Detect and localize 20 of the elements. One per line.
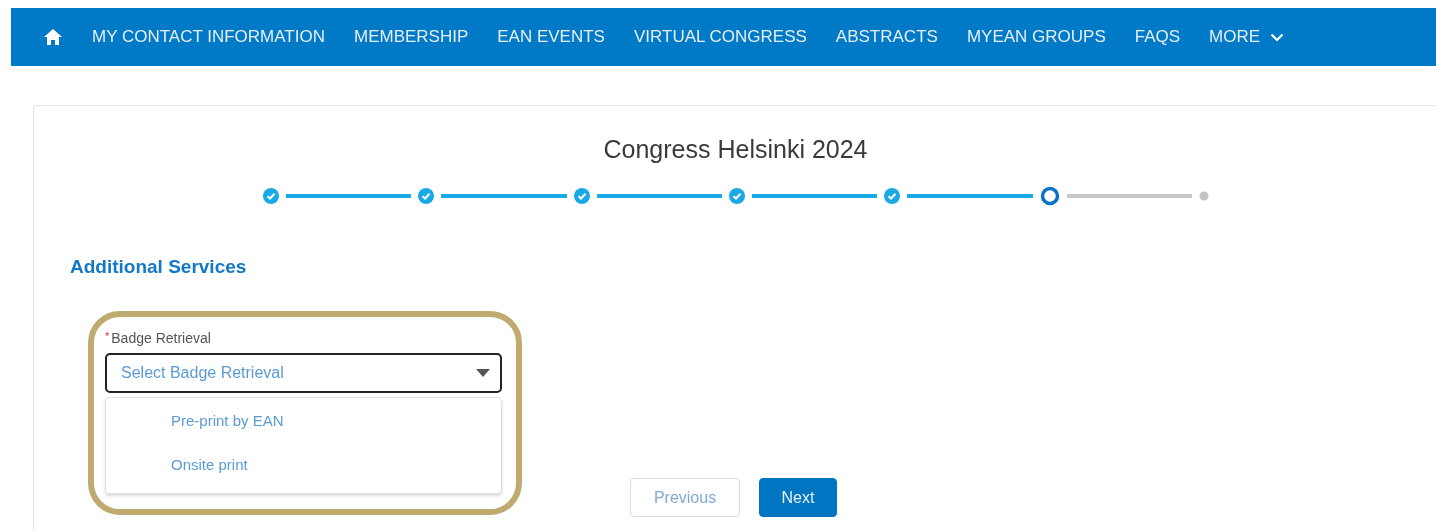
nav-link[interactable]: MYEAN GROUPS <box>966 27 1106 47</box>
nav-link[interactable]: VIRTUAL CONGRESS <box>633 27 807 47</box>
nav-link[interactable]: MEMBERSHIP <box>353 27 469 47</box>
field-label: *Badge Retrieval <box>105 330 211 346</box>
nav-link[interactable]: ABSTRACTS <box>835 27 938 47</box>
nav-link[interactable]: EAN EVENTS <box>497 27 605 47</box>
next-button[interactable]: Next <box>759 478 837 517</box>
dropdown-option[interactable]: Onsite print <box>106 456 248 474</box>
required-mark: * <box>105 330 110 342</box>
more-menu[interactable]: MORE <box>1209 27 1285 47</box>
nav-link[interactable]: MY CONTACT INFORMATION <box>92 27 325 47</box>
dropdown-option[interactable]: Pre-print by EAN <box>106 412 284 430</box>
select-field[interactable]: Select Badge Retrieval <box>105 353 502 393</box>
nav-link[interactable]: FAQS <box>1134 27 1181 47</box>
previous-button[interactable]: Previous <box>630 478 740 517</box>
caret-icon <box>476 369 490 377</box>
section-heading: Additional Services <box>70 256 247 278</box>
page-title: Congress Helsinki 2024 <box>602 135 869 164</box>
chevron-down-icon <box>1270 32 1285 42</box>
home-icon[interactable] <box>43 28 63 46</box>
